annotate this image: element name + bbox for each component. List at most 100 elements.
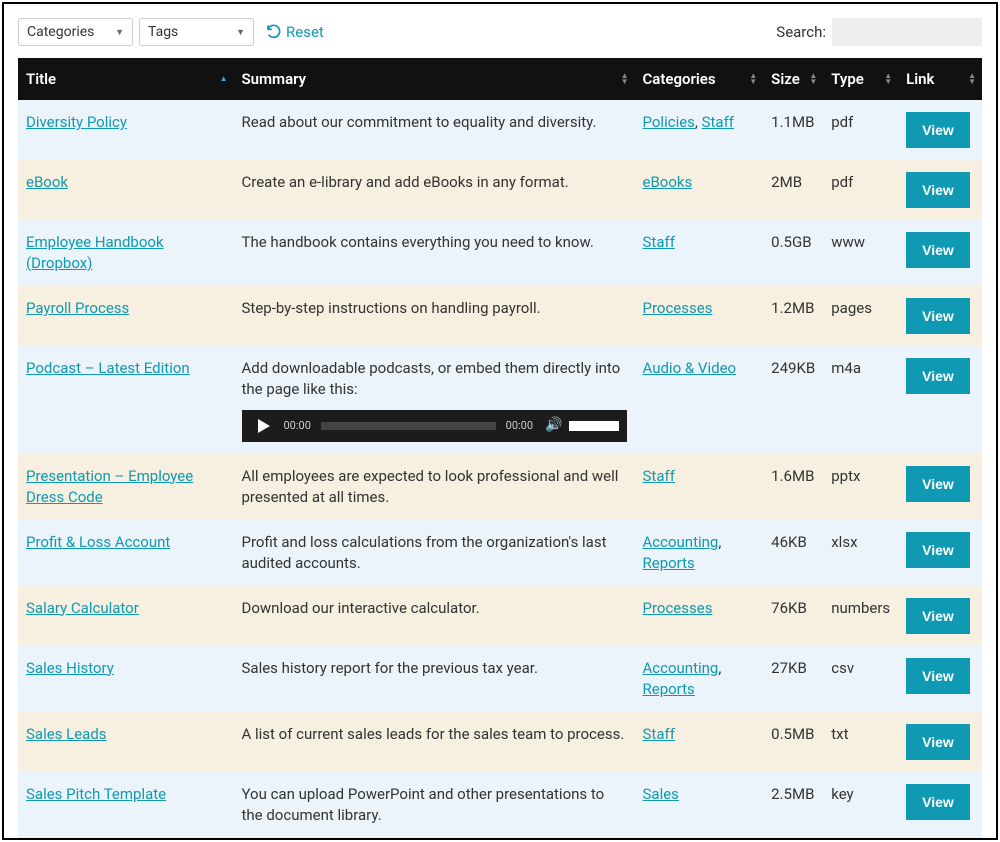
size-cell: 1.1MB [763, 100, 823, 160]
header-categories[interactable]: Categories ▲▼ [635, 58, 764, 100]
sort-icon: ▲▼ [968, 73, 976, 85]
title-link[interactable]: Sales History [26, 659, 114, 677]
category-link[interactable]: Reports [643, 680, 695, 698]
search-input[interactable] [832, 18, 982, 46]
sort-icon: ▲ [220, 76, 228, 82]
categories-cell: Staff [635, 454, 764, 520]
view-button[interactable]: View [906, 658, 970, 694]
title-link[interactable]: Sales Leads [26, 725, 107, 743]
reset-link[interactable]: Reset [266, 23, 324, 41]
view-button[interactable]: View [906, 112, 970, 148]
title-link[interactable]: Diversity Policy [26, 113, 127, 131]
categories-cell: Accounting, Reports [635, 520, 764, 586]
type-cell: www [823, 838, 898, 840]
type-cell: txt [823, 712, 898, 772]
volume-slider[interactable] [569, 421, 619, 431]
header-link[interactable]: Link ▲▼ [898, 58, 982, 100]
categories-cell: Staff [635, 220, 764, 286]
title-link[interactable]: eBook [26, 173, 68, 191]
table-row: Presentation – Employee Dress CodeAll em… [18, 454, 982, 520]
view-button[interactable]: View [906, 532, 970, 568]
title-link[interactable]: Presentation – Employee Dress Code [26, 467, 193, 506]
title-link[interactable]: Sales Pitch Template [26, 785, 166, 803]
view-button[interactable]: View [906, 358, 970, 394]
category-link[interactable]: Reports [643, 554, 695, 572]
view-button[interactable]: View [906, 232, 970, 268]
header-summary[interactable]: Summary ▲▼ [234, 58, 635, 100]
title-link[interactable]: Payroll Process [26, 299, 129, 317]
chevron-down-icon: ▼ [236, 27, 245, 38]
category-link[interactable]: Accounting [643, 533, 719, 551]
size-cell: 27KB [763, 646, 823, 712]
header-size[interactable]: Size ▲▼ [763, 58, 823, 100]
category-link[interactable]: Processes [643, 599, 713, 617]
tags-dropdown[interactable]: Tags ▼ [139, 18, 254, 46]
summary-cell: The handbook contains everything you nee… [234, 220, 635, 286]
header-type[interactable]: Type ▲▼ [823, 58, 898, 100]
category-link[interactable]: Staff [643, 233, 675, 251]
category-link[interactable]: eBooks [643, 173, 693, 191]
play-icon[interactable] [258, 419, 270, 433]
table-row: Salary Calculator Download our interactiv… [18, 586, 982, 646]
title-link[interactable]: Podcast – Latest Edition [26, 359, 190, 377]
chevron-down-icon: ▼ [115, 27, 124, 38]
category-link[interactable]: Staff [643, 467, 675, 485]
size-cell: 2MB [763, 160, 823, 220]
title-link[interactable]: Salary Calculator [26, 599, 139, 617]
table-row: Sales HistorySales history report for th… [18, 646, 982, 712]
type-cell: xlsx [823, 520, 898, 586]
category-link[interactable]: Policies [643, 113, 695, 131]
category-link[interactable]: Processes [643, 299, 713, 317]
categories-cell: Staff [635, 712, 764, 772]
search-label: Search: [776, 23, 826, 41]
sort-icon: ▲▼ [749, 73, 757, 85]
categories-cell: Audio & Video, Sales [635, 838, 764, 840]
category-link[interactable]: Accounting [643, 659, 719, 677]
sort-icon: ▲▼ [884, 73, 892, 85]
category-link[interactable]: Staff [702, 113, 734, 131]
view-button[interactable]: View [906, 298, 970, 334]
summary-cell: Step-by-step instructions on handling pa… [234, 286, 635, 346]
summary-cell: You can host your videos on a third part… [234, 838, 635, 840]
type-cell: numbers [823, 586, 898, 646]
categories-dropdown[interactable]: Categories ▼ [18, 18, 133, 46]
categories-cell: Processes [635, 286, 764, 346]
categories-cell: eBooks [635, 160, 764, 220]
view-button[interactable]: View [906, 466, 970, 502]
table-row: Profit & Loss AccountProfit and loss cal… [18, 520, 982, 586]
type-cell: pdf [823, 100, 898, 160]
type-cell: key [823, 772, 898, 838]
summary-cell: Create an e-library and add eBooks in an… [234, 160, 635, 220]
size-cell [763, 838, 823, 840]
category-link[interactable]: Audio & Video [643, 359, 737, 377]
sort-icon: ▲▼ [809, 73, 817, 85]
audio-player[interactable]: 00:00 00:00 🔊 [242, 410, 627, 442]
type-cell: pdf [823, 160, 898, 220]
size-cell: 0.5GB [763, 220, 823, 286]
category-link[interactable]: Sales [643, 785, 679, 803]
summary-cell: Download our interactive calculator. [234, 586, 635, 646]
summary-cell: You can upload PowerPoint and other pres… [234, 772, 635, 838]
audio-duration: 00:00 [506, 418, 533, 433]
document-table: Title ▲ Summary ▲▼ Categories ▲▼ Size ▲▼… [18, 58, 982, 840]
type-cell: m4a [823, 346, 898, 454]
view-button[interactable]: View [906, 598, 970, 634]
summary-cell: Read about our commitment to equality an… [234, 100, 635, 160]
view-button[interactable]: View [906, 172, 970, 208]
view-button[interactable]: View [906, 724, 970, 760]
view-button[interactable]: View [906, 784, 970, 820]
category-link[interactable]: Staff [643, 725, 675, 743]
title-link[interactable]: Employee Handbook (Dropbox) [26, 233, 164, 272]
categories-cell: Processes [635, 586, 764, 646]
title-link[interactable]: Profit & Loss Account [26, 533, 170, 551]
categories-cell: Policies, Staff [635, 100, 764, 160]
type-cell: pptx [823, 454, 898, 520]
size-cell: 0.5MB [763, 712, 823, 772]
table-row: Sales Techniques (YouTube)You can host y… [18, 838, 982, 840]
size-cell: 249KB [763, 346, 823, 454]
header-title[interactable]: Title ▲ [18, 58, 234, 100]
speaker-icon[interactable]: 🔊 [545, 416, 562, 436]
reset-label: Reset [286, 23, 324, 41]
audio-track[interactable] [321, 422, 496, 430]
audio-current-time: 00:00 [284, 418, 311, 433]
